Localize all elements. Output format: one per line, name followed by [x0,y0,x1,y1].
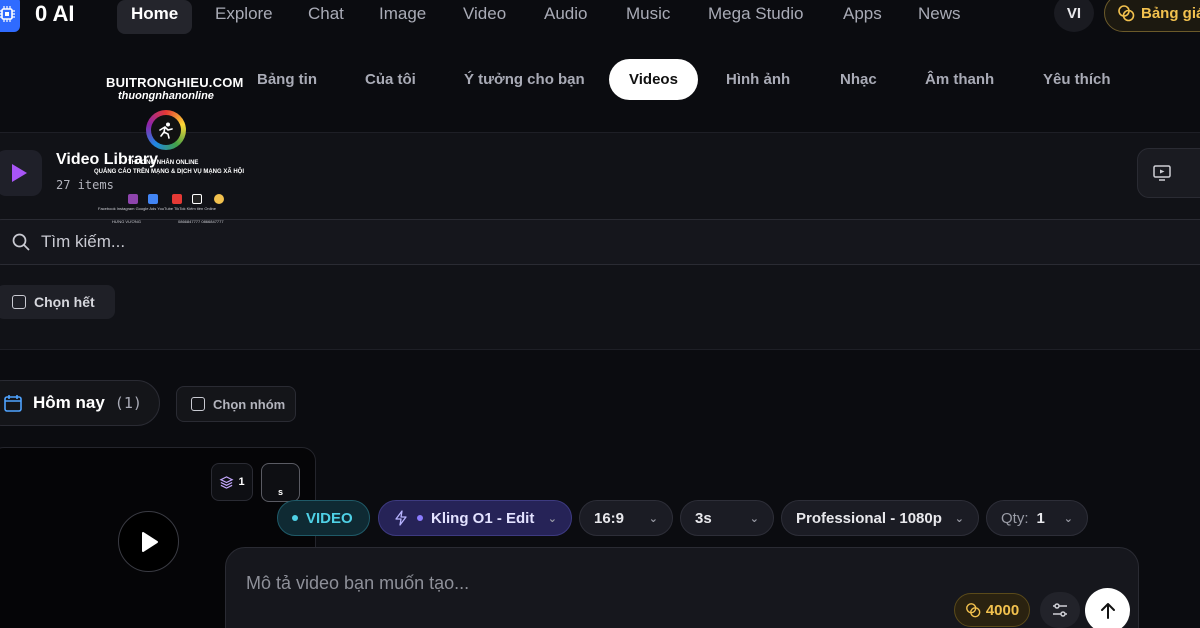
tab-favorites[interactable]: Yêu thích [1023,59,1131,100]
chevron-down-icon: ⌄ [648,512,658,525]
play-icon [141,531,158,552]
chevron-down-icon: ⌄ [749,512,759,525]
search-icon [12,233,30,251]
chevron-down-icon: ⌄ [1063,512,1073,525]
nav-news[interactable]: News [904,0,975,34]
watermark-handle: thuongnhanonline [118,90,214,102]
nav-image[interactable]: Image [365,0,440,34]
prompt-input[interactable]: Mô tả video bạn muốn tạo... [246,573,469,594]
tab-feed[interactable]: Bảng tin [237,59,337,100]
tab-sound[interactable]: Âm thanh [905,59,1014,100]
google-icon [148,194,158,204]
watermark-line2: QUẢNG CÁO TRÊN MẠNG & DỊCH VỤ MẠNG XÃ HỘ… [94,169,244,175]
watermark-site: BUITRONGHIEU.COM [106,75,244,90]
chevron-down-icon: ⌄ [954,512,964,525]
tab-videos[interactable]: Videos [609,59,698,100]
sliders-icon [1053,603,1067,617]
pricing-label: Bảng giá [1141,4,1200,22]
pricing-button[interactable]: Bảng giá [1104,0,1200,32]
tab-music[interactable]: Nhạc [820,59,897,100]
coins-icon [965,603,981,618]
watermark-footer-right: 0866847777 0866847777 [178,219,224,224]
group-count: (1) [114,394,142,412]
search-bar[interactable] [0,219,1200,265]
chevron-down-icon: ⌄ [547,512,557,525]
bolt-icon [395,510,407,526]
select-group-button[interactable]: Chọn nhóm [176,386,296,422]
qty-label: Qty: [1001,509,1029,527]
send-button[interactable] [1085,588,1130,628]
duration-label: 3s [695,509,712,527]
video-play-button[interactable] [118,511,179,572]
duration-badge: s [261,463,300,502]
select-all-checkbox[interactable] [12,295,26,309]
tiktok-icon [192,194,202,204]
brand-name[interactable]: 0 AI [35,1,75,27]
date-group-header[interactable]: Hôm nay (1) [0,380,160,426]
nav-apps[interactable]: Apps [829,0,896,34]
credits-badge[interactable]: 4000 [954,593,1030,627]
quantity-select[interactable]: Qty: 1 ⌄ [986,500,1088,536]
model-label: Kling O1 - Edit [431,509,535,527]
watermark-line1: THƯƠNG NHÂN ONLINE [128,160,199,166]
nav-audio[interactable]: Audio [530,0,601,34]
model-select[interactable]: Kling O1 - Edit ⌄ [378,500,572,536]
instagram-icon [128,194,138,204]
select-all-button[interactable]: Chọn hết [0,285,115,319]
youtube-icon [172,194,182,204]
qty-value: 1 [1036,509,1045,527]
runner-icon [159,122,173,139]
arrow-up-icon [1100,602,1115,619]
money-icon [214,194,224,204]
nav-mega-studio[interactable]: Mega Studio [694,0,817,34]
watermark-seal [146,110,186,150]
nav-chat[interactable]: Chat [294,0,358,34]
aspect-ratio-select[interactable]: 16:9 ⌄ [579,500,673,536]
mode-dot [292,515,298,521]
monitor-play-icon [1153,165,1171,181]
tab-mine[interactable]: Của tôi [345,59,436,100]
tab-images[interactable]: Hình ảnh [706,59,810,100]
tab-ideas[interactable]: Ý tưởng cho bạn [444,59,605,100]
stack-badge: 1 [211,463,253,501]
group-label: Hôm nay [33,393,105,412]
top-navigation: 0 AI Home Explore Chat Image Video Audio… [0,0,1200,46]
app-logo[interactable] [0,0,20,32]
view-toggle[interactable] [1137,148,1200,198]
select-all-label: Chọn hết [34,294,95,310]
language-switcher[interactable]: VI [1054,0,1094,32]
nav-explore[interactable]: Explore [201,0,287,34]
nav-video[interactable]: Video [449,0,520,34]
chip-icon [0,6,15,22]
calendar-icon [4,395,22,412]
mode-label: VIDEO [306,509,353,527]
watermark-footer-left: HƯNG VƯƠNG [112,219,141,224]
model-dot [417,515,423,521]
select-group-checkbox[interactable] [191,397,205,411]
coins-icon [1118,5,1135,22]
select-group-label: Chọn nhóm [213,396,286,412]
watermark-social-labels: Facebook Instagram Google Ads YouTube Ti… [98,206,216,211]
layers-icon [219,475,234,489]
nav-music[interactable]: Music [612,0,684,34]
quality-label: Professional - 1080p [796,509,942,527]
duration-select[interactable]: 3s ⌄ [680,500,774,536]
search-input[interactable] [41,232,641,252]
play-icon [12,164,27,182]
credits-value: 4000 [985,601,1020,619]
stack-count: 1 [238,476,245,488]
mode-chip[interactable]: VIDEO [277,500,370,536]
library-icon [0,150,42,196]
quality-select[interactable]: Professional - 1080p ⌄ [781,500,979,536]
settings-button[interactable] [1040,592,1080,628]
nav-home[interactable]: Home [117,0,193,34]
library-count: 27 items [56,178,114,192]
watermark-seal-inner [151,115,181,145]
aspect-ratio-label: 16:9 [594,509,625,527]
